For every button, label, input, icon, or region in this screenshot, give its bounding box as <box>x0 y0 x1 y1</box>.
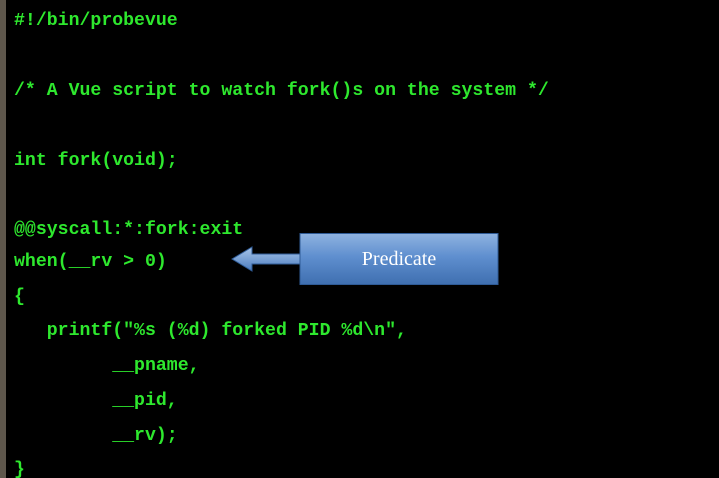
code-line-probe: @@syscall:*:fork:exit <box>14 220 244 240</box>
code-line-predicate: when(__rv > 0) <box>14 252 167 272</box>
code-line-printf: printf("%s (%d) forked PID %d\n", <box>14 321 407 341</box>
code-terminal: #!/bin/probevue /* A Vue script to watch… <box>6 0 719 478</box>
code-line-shebang: #!/bin/probevue <box>14 11 178 31</box>
code-line-arg-pname: __pname, <box>14 356 200 376</box>
callout-label: Predicate <box>361 248 437 270</box>
code-line-arg-rv: __rv); <box>14 426 178 446</box>
code-line-open-brace: { <box>14 287 25 307</box>
left-arrow-icon <box>231 246 303 272</box>
code-line-declaration: int fork(void); <box>14 151 178 171</box>
code-line-close-brace: } <box>14 460 25 478</box>
code-line-arg-pid: __pid, <box>14 391 178 411</box>
predicate-callout: Predicate <box>230 233 500 285</box>
code-line-comment: /* A Vue script to watch fork()s on the … <box>14 81 549 101</box>
